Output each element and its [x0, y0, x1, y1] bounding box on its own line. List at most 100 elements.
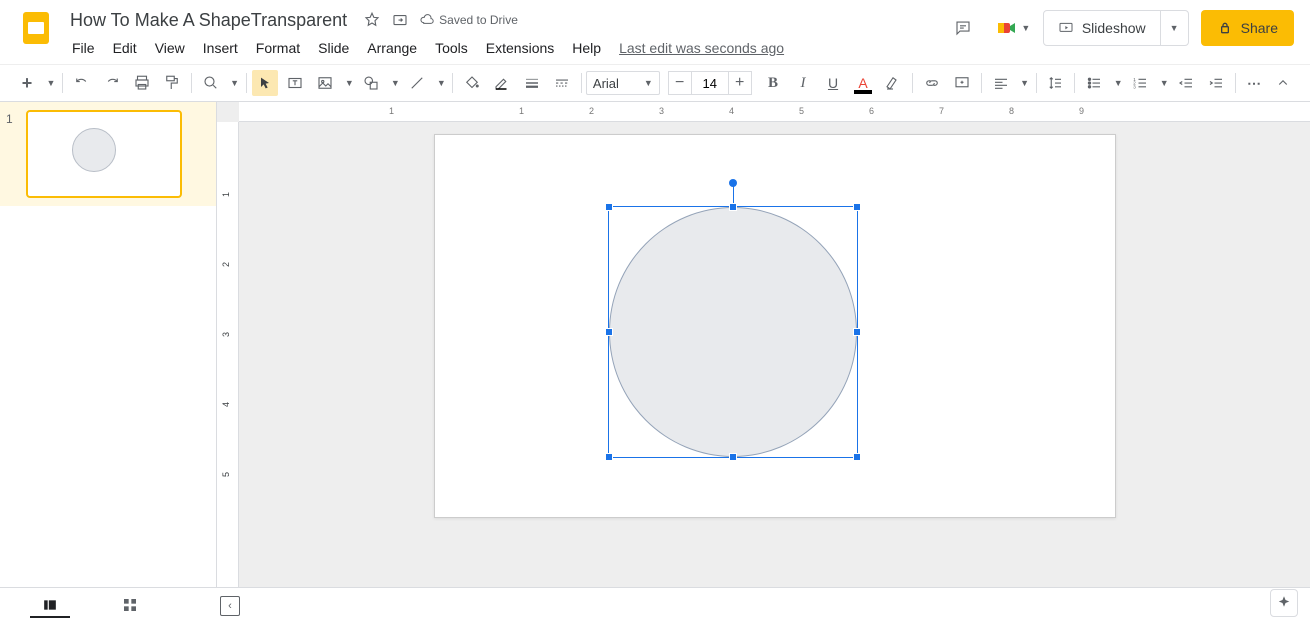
font-size-increase[interactable]: + [728, 71, 752, 95]
ruler-v-tick: 2 [221, 262, 231, 267]
font-size-decrease[interactable]: − [668, 71, 692, 95]
bulleted-list-dropdown[interactable]: ▼ [1111, 70, 1123, 96]
highlight-button[interactable] [880, 70, 906, 96]
collapse-toolbar-button[interactable] [1270, 70, 1296, 96]
slide-canvas[interactable] [434, 134, 1116, 518]
more-button[interactable]: ⋯ [1242, 70, 1268, 96]
border-color-button[interactable] [489, 70, 515, 96]
footer: ‹ [0, 587, 1310, 623]
font-family-value: Arial [593, 76, 619, 91]
line-spacing-button[interactable] [1042, 70, 1068, 96]
underline-button[interactable]: U [820, 70, 846, 96]
redo-button[interactable] [99, 70, 125, 96]
menu-slide[interactable]: Slide [310, 36, 357, 60]
share-button[interactable]: Share [1201, 10, 1294, 46]
ruler-horizontal[interactable]: 1 1 2 3 4 5 6 7 8 9 [239, 102, 1310, 122]
zoom-dropdown[interactable]: ▼ [228, 70, 240, 96]
ruler-h-tick: 7 [939, 106, 944, 116]
separator [1036, 73, 1037, 93]
ruler-h-tick: 8 [1009, 106, 1014, 116]
select-tool[interactable] [252, 70, 278, 96]
menu-edit[interactable]: Edit [105, 36, 145, 60]
meet-button[interactable]: ▼ [995, 10, 1031, 46]
chevron-down-icon: ▼ [1170, 23, 1179, 33]
rotation-handle[interactable] [729, 179, 737, 187]
resize-handle-nw[interactable] [605, 203, 613, 211]
shape-ellipse[interactable] [609, 207, 857, 457]
ruler-h-tick: 2 [589, 106, 594, 116]
line-tool[interactable] [404, 70, 430, 96]
document-title[interactable]: How To Make A ShapeTransparent [64, 8, 353, 33]
comments-button[interactable] [943, 8, 983, 48]
move-icon[interactable] [391, 11, 409, 29]
ruler-v-tick: 5 [221, 472, 231, 477]
new-slide-dropdown[interactable]: ▼ [44, 70, 56, 96]
numbered-list-dropdown[interactable]: ▼ [1157, 70, 1169, 96]
italic-button[interactable]: I [790, 70, 816, 96]
bulleted-list-button[interactable] [1081, 70, 1107, 96]
menu-extensions[interactable]: Extensions [478, 36, 562, 60]
svg-text:3: 3 [1133, 84, 1136, 89]
ruler-h-tick: 1 [389, 106, 394, 116]
insert-link-button[interactable] [919, 70, 945, 96]
undo-button[interactable] [69, 70, 95, 96]
separator [1074, 73, 1075, 93]
align-dropdown[interactable]: ▼ [1018, 70, 1030, 96]
resize-handle-sw[interactable] [605, 453, 613, 461]
textbox-tool[interactable] [282, 70, 308, 96]
last-edit-link[interactable]: Last edit was seconds ago [611, 36, 792, 60]
ruler-vertical[interactable]: 1 2 3 4 5 [217, 122, 239, 587]
resize-handle-se[interactable] [853, 453, 861, 461]
explore-button[interactable] [1270, 589, 1298, 617]
image-tool[interactable] [312, 70, 338, 96]
align-button[interactable] [988, 70, 1014, 96]
border-weight-button[interactable] [519, 70, 545, 96]
bold-button[interactable]: B [760, 70, 786, 96]
shape-dropdown[interactable]: ▼ [388, 70, 400, 96]
shape-tool[interactable] [358, 70, 384, 96]
resize-handle-e[interactable] [853, 328, 861, 336]
cloud-status[interactable]: Saved to Drive [419, 12, 518, 28]
ruler-v-tick: 1 [221, 192, 231, 197]
slide-thumb-1[interactable]: 1 [0, 102, 216, 206]
slideshow-dropdown[interactable]: ▼ [1160, 11, 1188, 45]
grid-view-button[interactable] [110, 594, 150, 618]
border-dash-button[interactable] [549, 70, 575, 96]
zoom-button[interactable] [198, 70, 224, 96]
indent-button[interactable] [1203, 70, 1229, 96]
menu-insert[interactable]: Insert [195, 36, 246, 60]
outdent-button[interactable] [1173, 70, 1199, 96]
new-slide-button[interactable]: + [14, 70, 40, 96]
slides-logo[interactable] [16, 8, 56, 48]
menu-help[interactable]: Help [564, 36, 609, 60]
font-family-select[interactable]: Arial ▼ [586, 71, 660, 95]
resize-handle-s[interactable] [729, 453, 737, 461]
filmstrip[interactable]: 1 [0, 102, 217, 587]
resize-handle-ne[interactable] [853, 203, 861, 211]
paint-format-button[interactable] [159, 70, 185, 96]
font-size-input[interactable] [692, 71, 728, 95]
menu-tools[interactable]: Tools [427, 36, 476, 60]
thumb-preview[interactable] [26, 110, 182, 198]
workspace: 1 1 1 2 3 4 5 6 7 8 9 1 2 3 4 [0, 102, 1310, 587]
collapse-filmstrip-button[interactable]: ‹ [220, 596, 240, 616]
print-button[interactable] [129, 70, 155, 96]
selection-box[interactable] [608, 206, 858, 458]
menu-format[interactable]: Format [248, 36, 308, 60]
star-icon[interactable] [363, 11, 381, 29]
menu-file[interactable]: File [64, 36, 103, 60]
numbered-list-button[interactable]: 123 [1127, 70, 1153, 96]
ruler-h-tick: 9 [1079, 106, 1084, 116]
fill-color-button[interactable] [459, 70, 485, 96]
filmstrip-view-button[interactable] [30, 594, 70, 618]
menu-arrange[interactable]: Arrange [359, 36, 425, 60]
menu-view[interactable]: View [147, 36, 193, 60]
image-dropdown[interactable]: ▼ [342, 70, 354, 96]
canvas-area[interactable]: 1 1 2 3 4 5 6 7 8 9 1 2 3 4 5 [217, 102, 1310, 587]
insert-comment-button[interactable] [949, 70, 975, 96]
line-dropdown[interactable]: ▼ [434, 70, 446, 96]
text-color-button[interactable]: A [850, 70, 876, 96]
resize-handle-n[interactable] [729, 203, 737, 211]
resize-handle-w[interactable] [605, 328, 613, 336]
slideshow-button[interactable]: Slideshow [1044, 11, 1160, 45]
